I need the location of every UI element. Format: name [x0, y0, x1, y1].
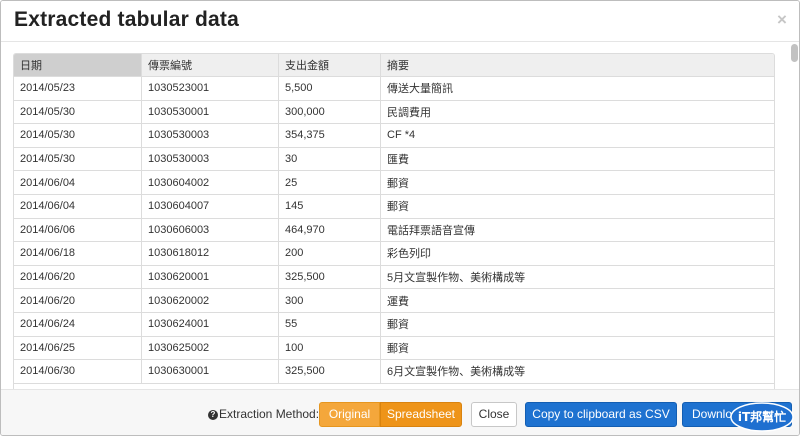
table-row[interactable]: 2014/05/30 1030530001 300,000 民調費用: [14, 100, 774, 125]
cell-date: 2014/06/30: [14, 359, 142, 384]
watermark-text: iT邦幫忙: [738, 409, 786, 424]
table-row[interactable]: 2014/05/30 1030530003 30 匯費: [14, 147, 774, 172]
original-method-button[interactable]: Original: [319, 402, 380, 427]
extraction-method-label: ? Extraction Method:: [208, 407, 319, 421]
cell-amount: 325,500: [278, 359, 381, 384]
dialog-header: Extracted tabular data ×: [1, 1, 799, 42]
cell-summary: 郵資: [380, 312, 774, 337]
data-table: 日期 傳票編號 支出金額 摘要 2014/05/23 1030523001 5,50…: [14, 54, 774, 384]
vertical-scrollbar[interactable]: [787, 42, 799, 389]
cell-summary: 郵資: [380, 336, 774, 361]
cell-summary: 郵資: [380, 170, 774, 195]
cell-date: 2014/06/06: [14, 218, 142, 243]
cell-voucher: 1030618012: [141, 241, 279, 266]
table-row[interactable]: 2014/06/30 1030630001 325,500 6月文宣製作物、美術構成等: [14, 359, 774, 384]
table-row[interactable]: 2014/05/30 1030530003 354,375 CF *4: [14, 123, 774, 148]
table-row[interactable]: 2014/06/04 1030604007 145 郵資: [14, 194, 774, 219]
table-row[interactable]: 2014/05/23 1030523001 5,500 傳送大量簡訊: [14, 76, 774, 101]
cell-summary: 民調費用: [380, 100, 774, 125]
cell-summary: 5月文宣製作物、美術構成等: [380, 265, 774, 290]
cell-voucher: 1030530003: [141, 147, 279, 172]
cell-amount: 354,375: [278, 123, 381, 148]
cell-amount: 100: [278, 336, 381, 361]
table-row[interactable]: 2014/06/24 1030624001 55 郵資: [14, 312, 774, 337]
cell-summary: 電話拜票語音宣傳: [380, 218, 774, 243]
cell-voucher: 1030523001: [141, 76, 279, 101]
cell-date: 2014/05/30: [14, 147, 142, 172]
column-header-amount[interactable]: 支出金額: [278, 54, 381, 77]
help-icon[interactable]: ?: [208, 410, 218, 420]
watermark-logo: iT邦幫忙: [730, 402, 794, 432]
close-icon[interactable]: ×: [777, 10, 787, 30]
copy-csv-button[interactable]: Copy to clipboard as CSV: [525, 402, 677, 427]
cell-amount: 55: [278, 312, 381, 337]
cell-amount: 325,500: [278, 265, 381, 290]
data-table-container: 日期 傳票編號 支出金額 摘要 2014/05/23 1030523001 5,50…: [13, 53, 775, 389]
cell-summary: 運費: [380, 288, 774, 313]
close-button[interactable]: Close: [471, 402, 517, 427]
cell-date: 2014/06/04: [14, 170, 142, 195]
cell-voucher: 1030530001: [141, 100, 279, 125]
spreadsheet-method-button[interactable]: Spreadsheet: [380, 402, 462, 427]
cell-summary: 傳送大量簡訊: [380, 76, 774, 101]
cell-summary: 匯費: [380, 147, 774, 172]
cell-summary: 郵資: [380, 194, 774, 219]
cell-date: 2014/06/20: [14, 288, 142, 313]
table-body: 2014/05/23 1030523001 5,500 傳送大量簡訊 2014/05/3…: [14, 76, 774, 384]
cell-voucher: 1030606003: [141, 218, 279, 243]
cell-voucher: 1030624001: [141, 312, 279, 337]
cell-voucher: 1030620001: [141, 265, 279, 290]
cell-date: 2014/05/30: [14, 100, 142, 125]
scrollbar-thumb[interactable]: [791, 44, 798, 62]
column-header-date[interactable]: 日期: [14, 54, 142, 77]
table-row[interactable]: 2014/06/20 1030620001 325,500 5月文宣製作物、美術構成等: [14, 265, 774, 290]
cell-amount: 5,500: [278, 76, 381, 101]
dialog-footer: ? Extraction Method: Original Spreadsheet…: [1, 389, 799, 435]
table-row[interactable]: 2014/06/18 1030618012 200 彩色列印: [14, 241, 774, 266]
cell-date: 2014/06/20: [14, 265, 142, 290]
cell-amount: 300: [278, 288, 381, 313]
dialog-body[interactable]: 日期 傳票編號 支出金額 摘要 2014/05/23 1030523001 5,50…: [1, 42, 787, 389]
cell-date: 2014/05/30: [14, 123, 142, 148]
cell-amount: 200: [278, 241, 381, 266]
column-header-voucher[interactable]: 傳票編號: [141, 54, 279, 77]
cell-date: 2014/06/18: [14, 241, 142, 266]
method-label-text: Extraction Method:: [219, 407, 320, 421]
cell-amount: 30: [278, 147, 381, 172]
table-header-row: 日期 傳票編號 支出金額 摘要: [14, 54, 774, 77]
extraction-dialog: Extracted tabular data × 日期 傳票編號 支出金額 摘要…: [0, 0, 800, 436]
dialog-title: Extracted tabular data: [14, 8, 239, 31]
cell-voucher: 1030630001: [141, 359, 279, 384]
cell-amount: 145: [278, 194, 381, 219]
cell-amount: 300,000: [278, 100, 381, 125]
cell-date: 2014/06/24: [14, 312, 142, 337]
cell-amount: 464,970: [278, 218, 381, 243]
table-row[interactable]: 2014/06/25 1030625002 100 郵資: [14, 336, 774, 361]
cell-summary: 6月文宣製作物、美術構成等: [380, 359, 774, 384]
cell-date: 2014/05/23: [14, 76, 142, 101]
cell-amount: 25: [278, 170, 381, 195]
table-row[interactable]: 2014/06/04 1030604002 25 郵資: [14, 170, 774, 195]
cell-date: 2014/06/25: [14, 336, 142, 361]
table-row[interactable]: 2014/06/20 1030620002 300 運費: [14, 288, 774, 313]
cell-summary: CF *4: [380, 123, 774, 148]
column-header-summary[interactable]: 摘要: [380, 54, 774, 77]
cell-voucher: 1030530003: [141, 123, 279, 148]
cell-voucher: 1030604002: [141, 170, 279, 195]
cell-voucher: 1030620002: [141, 288, 279, 313]
table-row[interactable]: 2014/06/06 1030606003 464,970 電話拜票語音宣傳: [14, 218, 774, 243]
cell-date: 2014/06/04: [14, 194, 142, 219]
cell-voucher: 1030604007: [141, 194, 279, 219]
cell-voucher: 1030625002: [141, 336, 279, 361]
cell-summary: 彩色列印: [380, 241, 774, 266]
